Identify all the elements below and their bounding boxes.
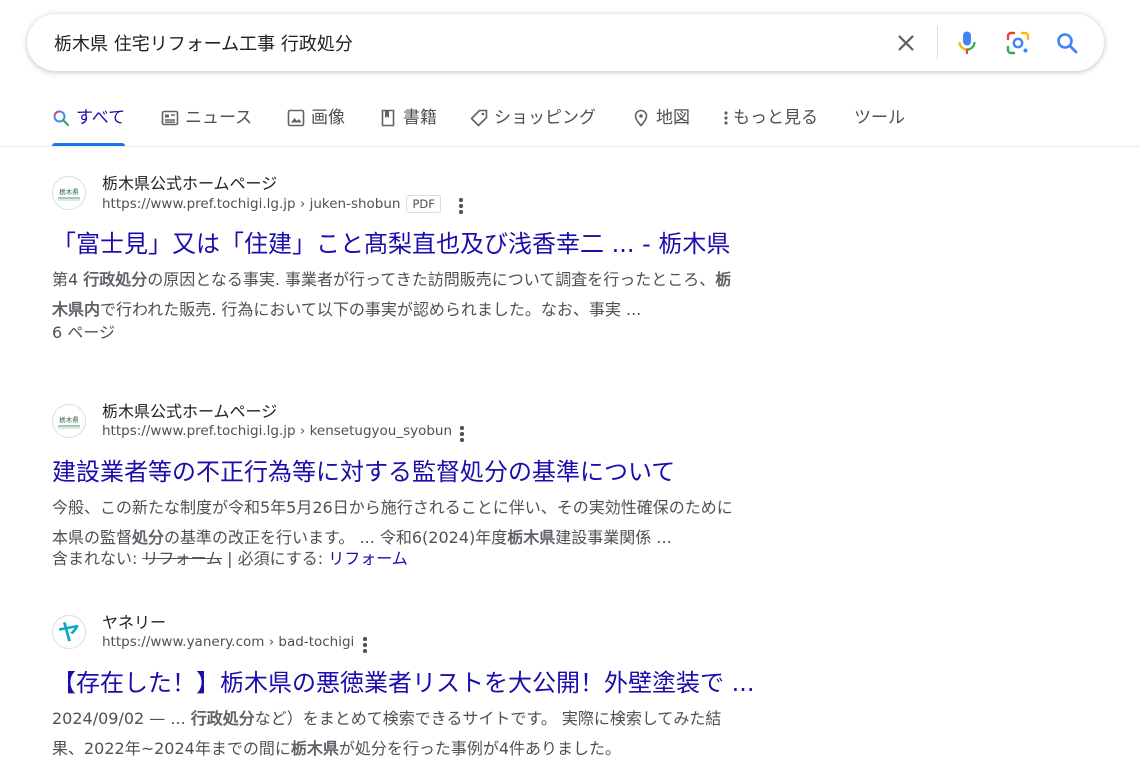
site-favicon[interactable]: ヤ	[52, 615, 86, 649]
mic-icon[interactable]	[952, 28, 982, 58]
favicon-text: 栃木県	[59, 187, 79, 196]
tab-label: 画像	[311, 108, 345, 128]
site-url[interactable]: https://www.pref.tochigi.lg.jp › juken-s…	[102, 195, 441, 213]
more-options-icon[interactable]	[455, 424, 469, 444]
tab-tools[interactable]: ツール	[854, 100, 905, 146]
site-url[interactable]: https://www.pref.tochigi.lg.jp › kensetu…	[102, 423, 452, 439]
more-vert-icon	[721, 109, 731, 127]
tab-maps[interactable]: 地図	[632, 100, 690, 146]
result-snippet: 第4 行政処分の原因となる事実. 事業者が行ってきた訪問販売について調査を行った…	[52, 270, 732, 319]
site-favicon[interactable]: 栃木県	[52, 404, 86, 438]
tag-icon	[470, 109, 488, 127]
url-text: https://www.pref.tochigi.lg.jp › juken-s…	[102, 196, 401, 212]
search-icon	[52, 109, 70, 127]
search-bar[interactable]: 栃木県 住宅リフォーム工事 行政処分	[27, 14, 1104, 71]
search-divider	[937, 26, 938, 59]
tab-shopping[interactable]: ショッピング	[470, 100, 596, 146]
site-name[interactable]: ヤネリー	[102, 609, 166, 633]
tab-label: ツール	[854, 108, 905, 128]
tab-news[interactable]: ニュース	[161, 100, 252, 146]
tab-images[interactable]: 画像	[287, 100, 345, 146]
favicon-text: ヤ	[58, 621, 80, 646]
result-title[interactable]: 建設業者等の不正行為等に対する監督処分の基準について	[52, 452, 675, 487]
more-options-icon[interactable]	[358, 635, 372, 655]
url-text: https://www.pref.tochigi.lg.jp › kensetu…	[102, 423, 453, 439]
url-text: https://www.yanery.com › bad-tochigi	[102, 634, 355, 650]
more-options-icon[interactable]	[454, 196, 468, 216]
image-icon	[287, 109, 305, 127]
tab-label: ショッピング	[494, 108, 596, 128]
page-count: 6 ページ	[52, 323, 115, 342]
missing-term: リフォーム	[142, 549, 223, 568]
tab-more[interactable]: もっと見る	[721, 100, 818, 146]
require-term-link[interactable]: リフォーム	[328, 549, 408, 568]
map-pin-icon	[632, 109, 650, 127]
site-favicon[interactable]: 栃木県	[52, 176, 86, 210]
favicon-text: 栃木県	[59, 415, 79, 424]
tab-label: ニュース	[185, 108, 253, 128]
result-title[interactable]: 【存在した！】栃木県の悪徳業者リストを大公開！外壁塗装で ...	[52, 663, 755, 698]
close-icon[interactable]	[891, 28, 921, 58]
search-input[interactable]: 栃木県 住宅リフォーム工事 行政処分	[54, 30, 353, 56]
tab-label: もっと見る	[733, 108, 818, 128]
book-icon	[379, 109, 397, 127]
tab-all[interactable]: すべて	[52, 100, 126, 146]
search-icon[interactable]	[1052, 28, 1082, 58]
site-url[interactable]: https://www.yanery.com › bad-tochigi	[102, 634, 354, 650]
site-name[interactable]: 栃木県公式ホームページ	[102, 170, 277, 194]
site-name[interactable]: 栃木県公式ホームページ	[102, 398, 277, 422]
result-snippet: 今般、この新たな制度が令和5年5月26日から施行されることに伴い、その実効性確保…	[52, 498, 733, 547]
tab-label: 書籍	[403, 108, 437, 128]
lens-icon[interactable]	[1003, 28, 1033, 58]
result-snippet: 2024/09/02 — ... 行政処分など）をまとめて検索できるサイトです。…	[52, 709, 722, 758]
result-title[interactable]: 「富士見」又は「住建」こと髙梨直也及び浅香幸二 ... - 栃木県	[52, 224, 730, 259]
news-icon	[161, 109, 179, 127]
pdf-badge: PDF	[406, 195, 441, 213]
tab-label: 地図	[656, 108, 690, 128]
tabs-divider	[0, 146, 1140, 147]
tab-label: すべて	[76, 108, 126, 128]
tab-books[interactable]: 書籍	[379, 100, 437, 146]
missing-terms: 含まれない: リフォーム | 必須にする: リフォーム	[52, 549, 408, 568]
search-tabs: すべて ニュース 画像 書籍 ショッピング 地図 もっと見る ツール	[0, 100, 1140, 146]
